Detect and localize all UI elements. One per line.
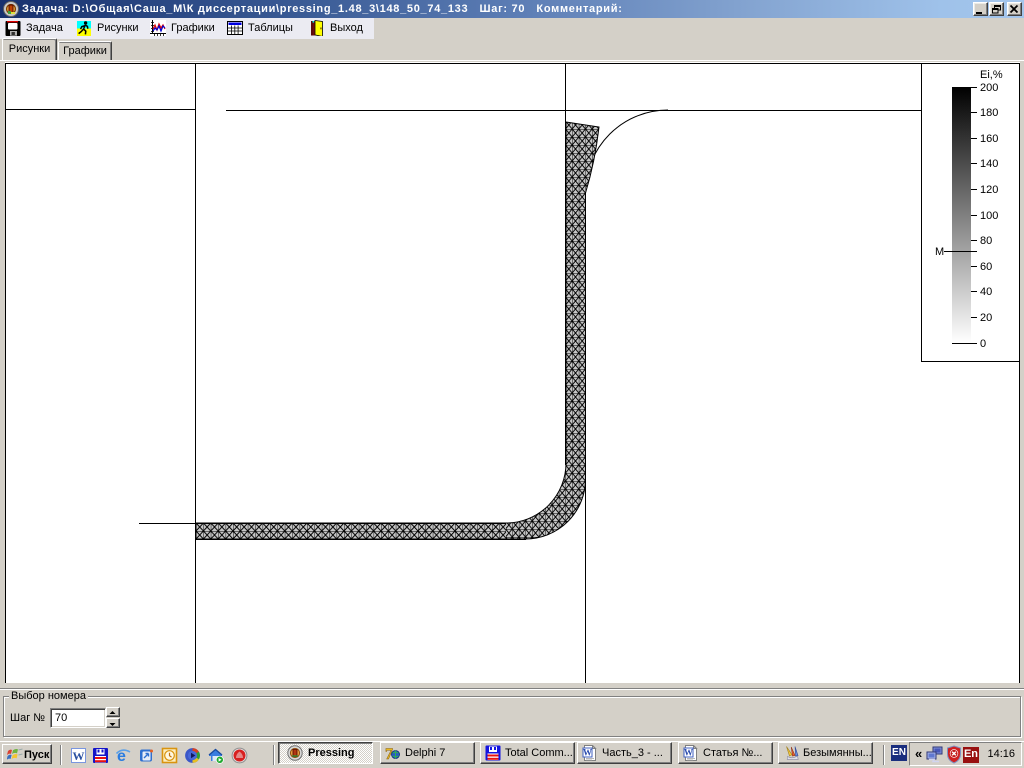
svg-text:W: W	[73, 749, 85, 763]
svg-text:20: 20	[980, 312, 992, 324]
svg-text:100: 100	[980, 210, 998, 222]
svg-text:60: 60	[980, 261, 992, 273]
svg-text:W: W	[684, 748, 693, 758]
svg-text:160: 160	[980, 133, 998, 145]
svg-text:180: 180	[980, 107, 998, 119]
svg-text:140: 140	[980, 158, 998, 170]
svg-text:80: 80	[980, 235, 992, 247]
svg-text:200: 200	[980, 82, 998, 94]
svg-text:М: М	[935, 246, 944, 258]
svg-text:40: 40	[980, 286, 992, 298]
svg-text:W: W	[583, 748, 592, 758]
svg-text:0: 0	[980, 338, 986, 350]
svg-text:120: 120	[980, 184, 998, 196]
svg-text:Ei,%: Ei,%	[980, 69, 1003, 81]
